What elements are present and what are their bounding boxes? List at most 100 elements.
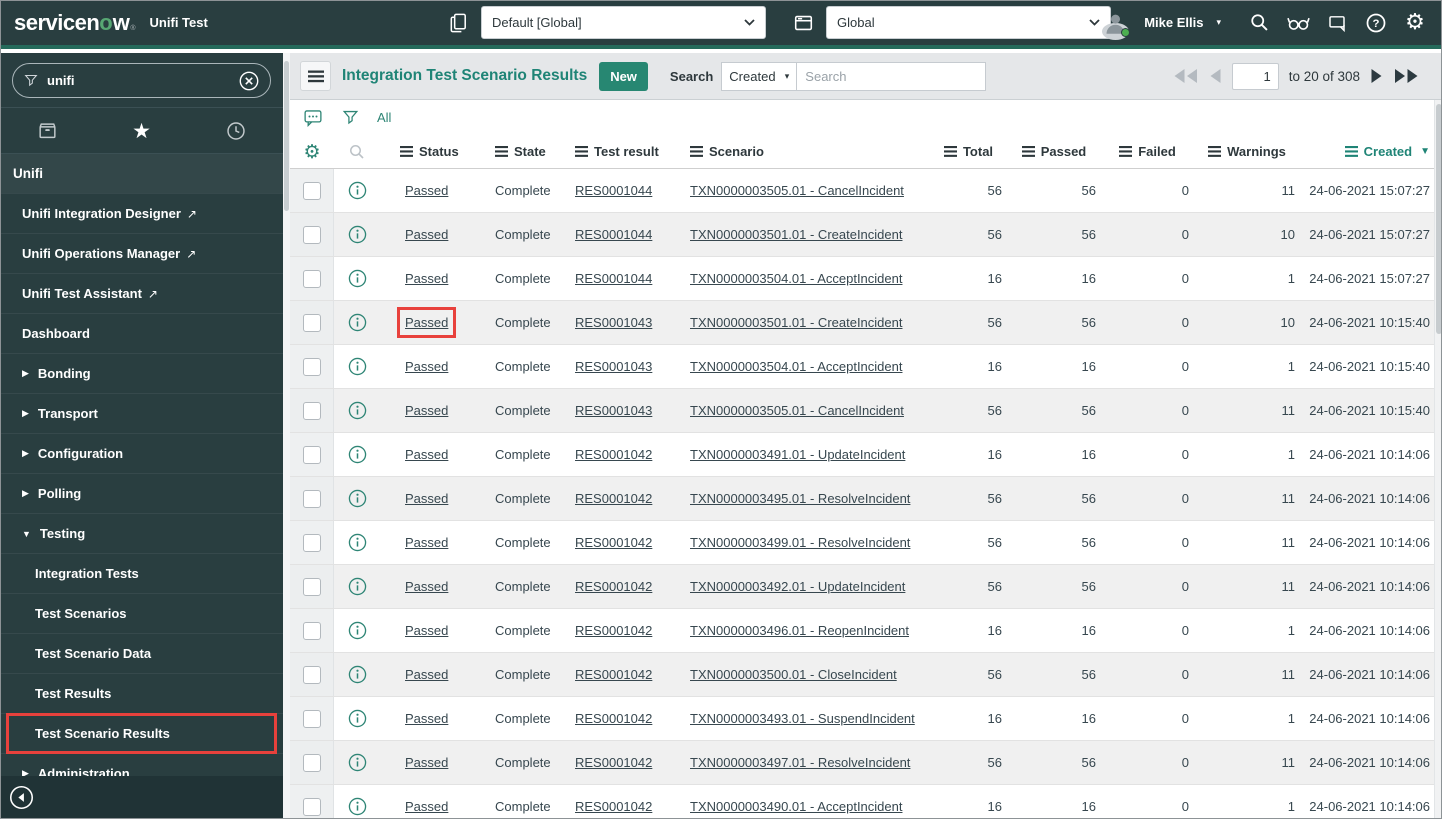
sidebar-nav-item[interactable]: Integration Tests xyxy=(0,554,283,594)
status-link[interactable]: Passed xyxy=(405,535,448,550)
status-link[interactable]: Passed xyxy=(405,755,448,770)
row-checkbox[interactable] xyxy=(302,533,321,552)
collapse-navigator-icon[interactable] xyxy=(9,785,34,810)
settings-gear-icon[interactable]: ⚙ xyxy=(1400,8,1430,38)
column-header-failed[interactable]: Failed xyxy=(1101,144,1194,159)
column-search-toggle[interactable] xyxy=(334,143,380,161)
test-result-link[interactable]: RES0001042 xyxy=(575,535,652,550)
sidebar-nav-item[interactable]: Unifi Integration Designer ↗ xyxy=(0,194,283,234)
column-header-passed[interactable]: Passed xyxy=(1007,144,1101,159)
scenario-link[interactable]: TXN0000003499.01 - ResolveIncident xyxy=(690,535,910,550)
scenario-link[interactable]: TXN0000003495.01 - ResolveIncident xyxy=(690,491,910,506)
breadcrumb-all[interactable]: All xyxy=(377,110,391,125)
test-result-link[interactable]: RES0001042 xyxy=(575,491,652,506)
info-icon[interactable] xyxy=(348,533,367,552)
next-page-button[interactable] xyxy=(1370,68,1383,84)
scenario-link[interactable]: TXN0000003504.01 - AcceptIncident xyxy=(690,359,902,374)
navigator-filter[interactable] xyxy=(12,63,271,98)
scenario-link[interactable]: TXN0000003491.01 - UpdateIncident xyxy=(690,447,905,462)
scenario-link[interactable]: TXN0000003492.01 - UpdateIncident xyxy=(690,579,905,594)
scenario-link[interactable]: TXN0000003500.01 - CloseIncident xyxy=(690,667,897,682)
column-header-total[interactable]: Total xyxy=(930,144,1007,159)
test-result-link[interactable]: RES0001042 xyxy=(575,799,652,814)
tab-all-applications[interactable] xyxy=(0,120,94,142)
sidebar-nav-item[interactable]: Dashboard xyxy=(0,314,283,354)
test-result-link[interactable]: RES0001042 xyxy=(575,755,652,770)
scenario-link[interactable]: TXN0000003501.01 - CreateIncident xyxy=(690,315,902,330)
user-avatar[interactable] xyxy=(1102,9,1131,40)
info-icon[interactable] xyxy=(348,445,367,464)
chat-feedback-icon[interactable] xyxy=(1322,8,1352,38)
info-icon[interactable] xyxy=(348,753,367,772)
page-number-input[interactable] xyxy=(1231,62,1279,90)
column-header-status[interactable]: Status xyxy=(380,144,487,159)
status-link[interactable]: Passed xyxy=(405,403,448,418)
update-set-select[interactable]: Default [Global] xyxy=(481,6,766,39)
scenario-link[interactable]: TXN0000003490.01 - AcceptIncident xyxy=(690,799,902,814)
test-result-link[interactable]: RES0001044 xyxy=(575,183,652,198)
application-select[interactable]: Global xyxy=(826,6,1111,39)
scenario-link[interactable]: TXN0000003501.01 - CreateIncident xyxy=(690,227,902,242)
test-result-link[interactable]: RES0001042 xyxy=(575,579,652,594)
list-scrollbar-thumb[interactable] xyxy=(1436,104,1442,334)
info-icon[interactable] xyxy=(348,709,367,728)
status-link[interactable]: Passed xyxy=(405,447,448,462)
row-checkbox[interactable] xyxy=(302,489,321,508)
test-result-link[interactable]: RES0001042 xyxy=(575,711,652,726)
info-icon[interactable] xyxy=(348,621,367,640)
column-header-created[interactable]: Created ▼ xyxy=(1300,144,1442,159)
column-header-scenario[interactable]: Scenario xyxy=(680,144,930,159)
row-checkbox[interactable] xyxy=(302,445,321,464)
status-link[interactable]: Passed xyxy=(405,579,448,594)
clear-filter-icon[interactable] xyxy=(238,70,260,92)
status-link[interactable]: Passed xyxy=(405,799,448,814)
list-scrollbar[interactable] xyxy=(1434,100,1442,819)
last-page-button[interactable] xyxy=(1393,68,1420,84)
previous-page-button[interactable] xyxy=(1209,68,1222,84)
servicenow-logo[interactable]: servicen o w ® xyxy=(14,10,136,36)
column-header-test-result[interactable]: Test result xyxy=(565,144,680,159)
first-page-button[interactable] xyxy=(1172,68,1199,84)
row-checkbox[interactable] xyxy=(302,269,321,288)
info-icon[interactable] xyxy=(348,797,367,816)
user-menu-caret-icon[interactable]: ▾ xyxy=(1216,17,1221,28)
sidebar-nav-item[interactable]: ▶ Polling xyxy=(0,474,283,514)
row-checkbox[interactable] xyxy=(302,401,321,420)
info-icon[interactable] xyxy=(348,401,367,420)
sidebar-scrollbar[interactable] xyxy=(283,53,290,819)
tab-history[interactable] xyxy=(189,120,283,142)
scenario-link[interactable]: TXN0000003505.01 - CancelIncident xyxy=(690,183,904,198)
sidebar-nav-item[interactable]: Unifi xyxy=(0,154,283,194)
scenario-link[interactable]: TXN0000003493.01 - SuspendIncident xyxy=(690,711,915,726)
status-link[interactable]: Passed xyxy=(405,711,448,726)
info-icon[interactable] xyxy=(348,225,367,244)
list-context-menu-button[interactable] xyxy=(300,61,331,91)
test-result-link[interactable]: RES0001042 xyxy=(575,667,652,682)
row-checkbox[interactable] xyxy=(302,621,321,640)
sidebar-nav-item[interactable]: Test Scenario Results xyxy=(0,713,283,754)
update-set-picker-icon[interactable] xyxy=(445,10,471,36)
sidebar-nav-item[interactable]: ▶ Transport xyxy=(0,394,283,434)
list-search-input[interactable] xyxy=(796,61,987,91)
scenario-link[interactable]: TXN0000003497.01 - ResolveIncident xyxy=(690,755,910,770)
user-menu[interactable]: Mike Ellis xyxy=(1144,15,1203,30)
new-record-button[interactable]: New xyxy=(599,61,648,91)
sidebar-nav-item[interactable]: ▼ Testing xyxy=(0,514,283,554)
search-column-select[interactable]: Created ▾ xyxy=(721,61,798,91)
row-checkbox[interactable] xyxy=(302,753,321,772)
impersonate-glasses-icon[interactable] xyxy=(1283,8,1313,38)
sidebar-nav-item[interactable]: ▶ Bonding xyxy=(0,354,283,394)
tab-favorites[interactable]: ★ xyxy=(94,119,188,143)
row-checkbox[interactable] xyxy=(302,225,321,244)
status-link[interactable]: Passed xyxy=(405,491,448,506)
test-result-link[interactable]: RES0001043 xyxy=(575,359,652,374)
column-header-warnings[interactable]: Warnings xyxy=(1194,144,1300,159)
scenario-link[interactable]: TXN0000003496.01 - ReopenIncident xyxy=(690,623,909,638)
status-link[interactable]: Passed xyxy=(405,667,448,682)
info-icon[interactable] xyxy=(348,181,367,200)
info-icon[interactable] xyxy=(348,665,367,684)
status-link[interactable]: Passed xyxy=(405,271,448,286)
sidebar-nav-item[interactable]: Test Results xyxy=(0,674,283,714)
info-icon[interactable] xyxy=(348,357,367,376)
application-picker-icon[interactable] xyxy=(790,10,816,36)
